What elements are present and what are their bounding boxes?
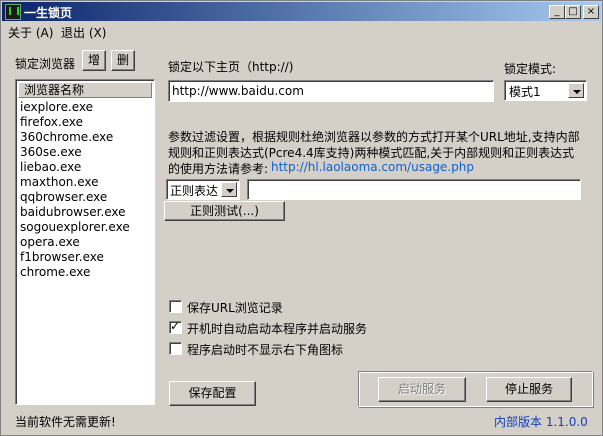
- filter-pattern-input[interactable]: [247, 179, 581, 200]
- list-item[interactable]: 360chrome.exe: [20, 130, 130, 145]
- autostart-checkbox[interactable]: ✓: [169, 319, 182, 334]
- list-item[interactable]: liebao.exe: [20, 160, 130, 175]
- usage-link[interactable]: http://hl.laolaoma.com/usage.php: [271, 160, 474, 174]
- list-item[interactable]: chrome.exe: [20, 265, 130, 280]
- hide-tray-checkbox[interactable]: [169, 342, 182, 355]
- list-item[interactable]: f1browser.exe: [20, 250, 130, 265]
- chevron-down-icon[interactable]: [568, 83, 584, 98]
- list-item[interactable]: 360se.exe: [20, 145, 130, 160]
- save-history-label: 保存URL浏览记录: [187, 301, 283, 315]
- filter-type-select[interactable]: 正则表达: [166, 179, 240, 200]
- list-header[interactable]: 浏览器名称: [18, 82, 152, 98]
- save-config-button[interactable]: 保存配置: [169, 381, 256, 406]
- version-label: 内部版本 1.1.0.0: [494, 415, 588, 429]
- delete-button[interactable]: 删: [111, 50, 135, 71]
- list-item[interactable]: opera.exe: [20, 235, 130, 250]
- menu-exit[interactable]: 退出 (X): [61, 24, 106, 41]
- start-service-button[interactable]: 启动服务: [378, 377, 466, 402]
- homepage-label: 锁定以下主页（http://): [168, 60, 294, 74]
- mode-select[interactable]: 模式1: [504, 80, 587, 101]
- list-item[interactable]: firefox.exe: [20, 115, 130, 130]
- browser-list[interactable]: 浏览器名称 iexplore.exe firefox.exe 360chrome…: [15, 79, 155, 405]
- homepage-value: http://www.baidu.com: [172, 84, 304, 98]
- homepage-input[interactable]: http://www.baidu.com: [168, 80, 494, 102]
- filter-type-value: 正则表达: [170, 184, 219, 198]
- mode-value: 模式1: [509, 85, 541, 99]
- list-item[interactable]: iexplore.exe: [20, 100, 130, 115]
- stop-service-button[interactable]: 停止服务: [486, 377, 572, 402]
- regex-test-button[interactable]: 正则测试(...): [164, 201, 285, 221]
- list-item[interactable]: qqbrowser.exe: [20, 190, 130, 205]
- filter-desc-line1: 参数过滤设置，根据规则杜绝浏览器以参数的方式打开某个URL地址,支持内部: [168, 130, 580, 144]
- autostart-label: 开机时自动启动本程序并启动服务: [187, 322, 368, 336]
- mode-label: 锁定模式:: [504, 62, 557, 76]
- hide-tray-label: 程序启动时不显示右下角图标: [187, 343, 344, 357]
- lock-browser-label: 锁定浏览器: [15, 57, 76, 71]
- checkmark-icon: ✓: [170, 319, 181, 333]
- save-history-checkbox[interactable]: [169, 300, 182, 313]
- chevron-down-icon[interactable]: [221, 182, 237, 197]
- minimize-icon[interactable]: _: [549, 5, 565, 19]
- filter-desc-line3: 的使用方法请参考:: [168, 162, 269, 176]
- list-item[interactable]: baidubrowser.exe: [20, 205, 130, 220]
- close-icon[interactable]: ×: [583, 5, 599, 19]
- maximize-icon[interactable]: □: [565, 5, 581, 19]
- menu-about[interactable]: 关于 (A): [8, 24, 53, 41]
- filter-desc-line2: 规则和正则表达式(Pcre4.4库支持)两种模式匹配,关于内部规则和正则表达式: [168, 146, 575, 160]
- list-item[interactable]: sogouexplorer.exe: [20, 220, 130, 235]
- list-item[interactable]: maxthon.exe: [20, 175, 130, 190]
- update-status: 当前软件无需更新!: [15, 415, 116, 429]
- title-bar: 一生锁页 _ □ ×: [2, 2, 601, 21]
- window-title: 一生锁页: [24, 6, 73, 20]
- app-icon: [5, 4, 21, 20]
- add-button[interactable]: 增: [82, 50, 106, 71]
- main-window: 一生锁页 _ □ × 关于 (A) 退出 (X) 锁定浏览器 增 删 浏览器名称…: [0, 0, 603, 436]
- menu-bar: 关于 (A) 退出 (X): [2, 22, 601, 40]
